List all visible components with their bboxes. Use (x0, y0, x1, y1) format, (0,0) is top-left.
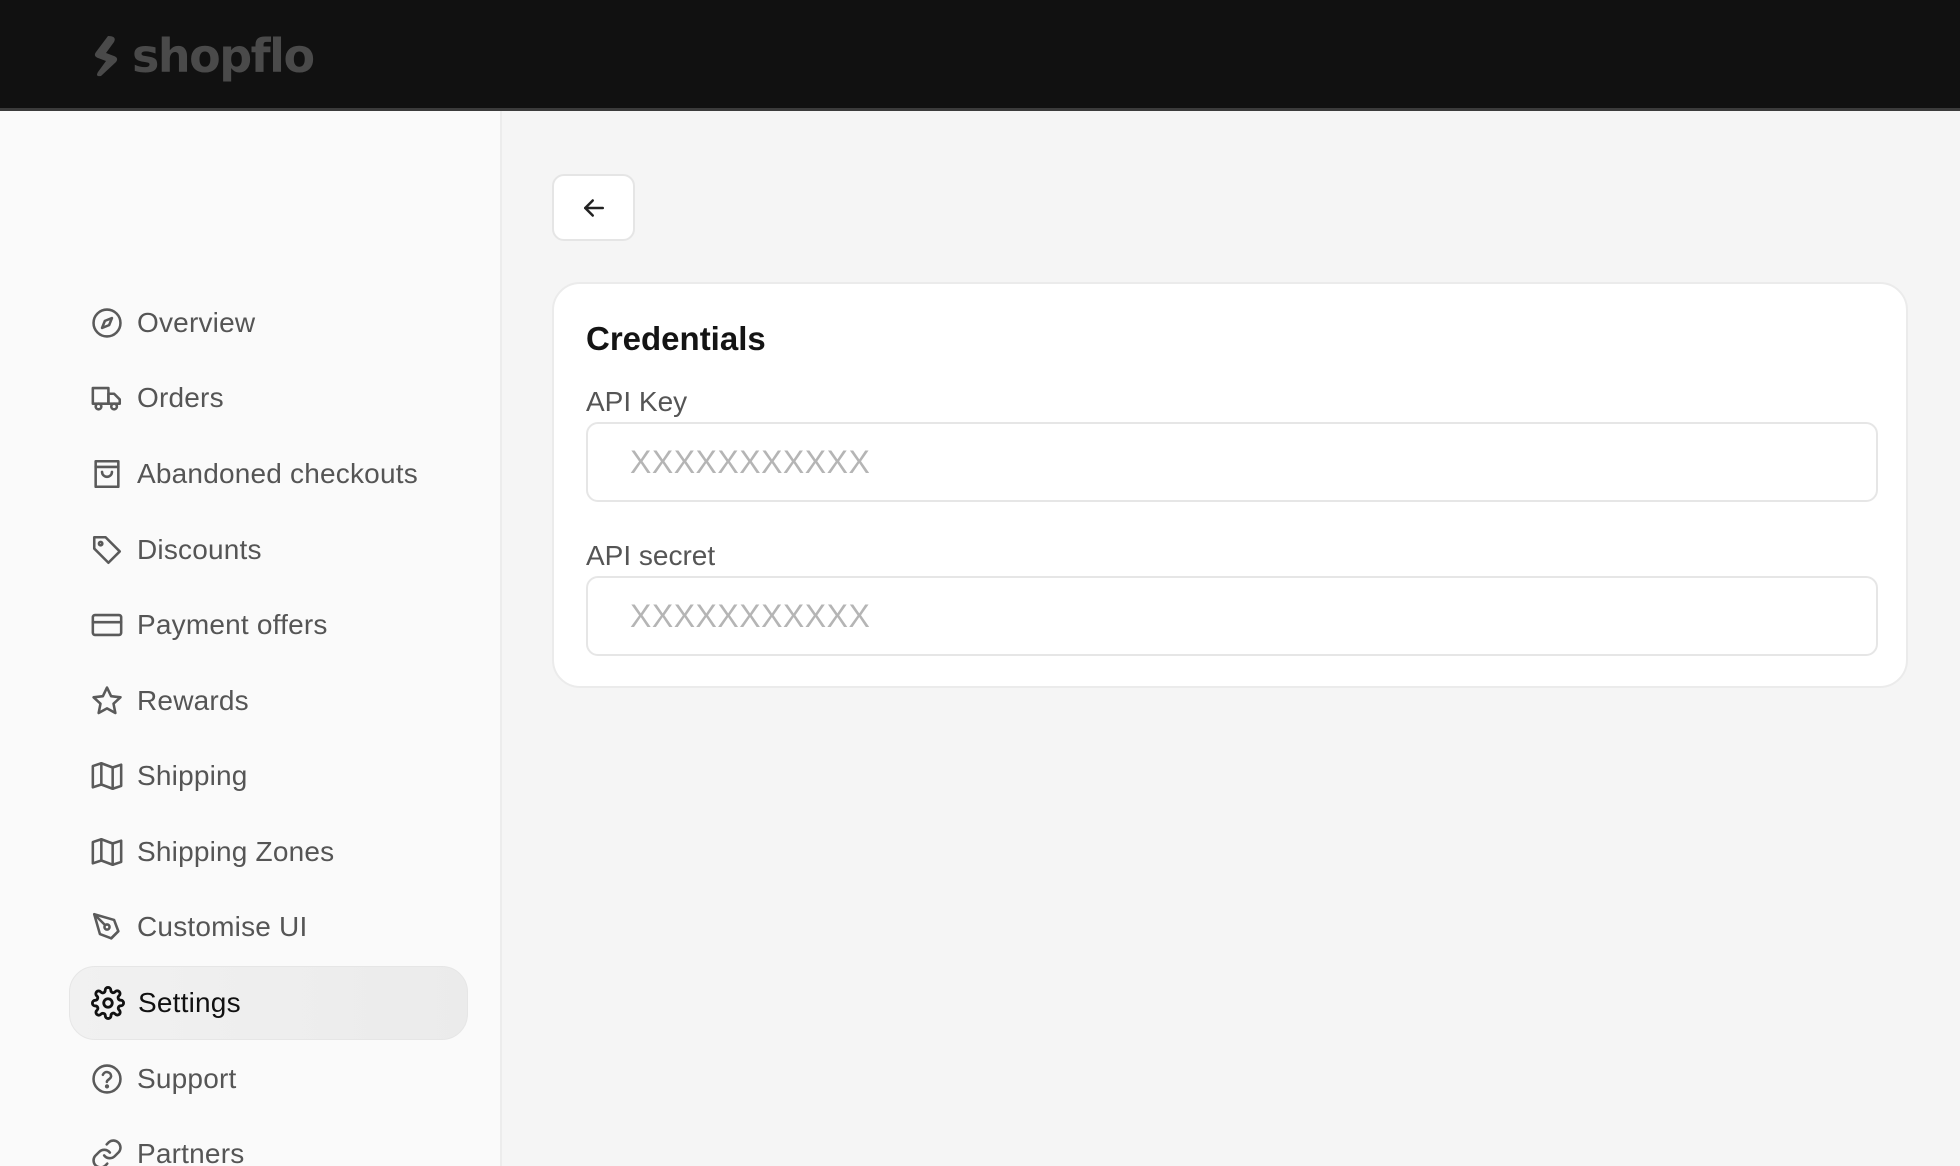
sidebar-item-label: Discounts (137, 534, 262, 565)
shopping-bag-icon (89, 456, 125, 492)
sidebar-item-label: Shipping Zones (137, 836, 335, 867)
sidebar-item-rewards[interactable]: Rewards (69, 664, 468, 738)
sidebar-item-label: Settings (138, 987, 241, 1018)
tag-icon (89, 532, 125, 568)
sidebar-item-label: Payment offers (137, 609, 328, 640)
shopflo-logo-icon (94, 36, 118, 77)
sidebar-item-label: Customise UI (137, 911, 308, 942)
sidebar-item-label: Partners (137, 1138, 245, 1166)
compass-icon (89, 305, 125, 341)
card-title: Credentials (586, 320, 766, 357)
api-secret-label: API secret (586, 540, 716, 571)
sidebar-item-settings[interactable]: Settings (69, 966, 468, 1040)
sidebar: Overview Orders Abandoned checkouts Disc… (0, 111, 502, 1166)
sidebar-item-support[interactable]: Support (69, 1042, 468, 1116)
brand-logo[interactable]: shopflo (88, 26, 315, 86)
sidebar-item-label: Abandoned checkouts (137, 458, 418, 489)
sidebar-item-customise-ui[interactable]: Customise UI (69, 890, 468, 964)
sidebar-item-label: Overview (137, 307, 256, 338)
map-icon (89, 758, 125, 794)
truck-icon (89, 380, 125, 416)
sidebar-item-label: Support (137, 1063, 237, 1094)
credit-card-icon (89, 607, 125, 643)
sidebar-item-label: Shipping (137, 760, 248, 791)
sidebar-item-shipping-zones[interactable]: Shipping Zones (69, 815, 468, 889)
pen-tool-icon (89, 909, 125, 945)
map-icon (89, 834, 125, 870)
sidebar-item-partners[interactable]: Partners (69, 1117, 468, 1166)
star-icon (89, 683, 125, 719)
sidebar-item-overview[interactable]: Overview (69, 286, 468, 360)
sidebar-item-payment-offers[interactable]: Payment offers (69, 588, 468, 662)
link-icon (89, 1136, 125, 1166)
api-secret-input[interactable] (586, 576, 1878, 656)
arrow-left-icon (583, 198, 604, 217)
sidebar-item-orders[interactable]: Orders (69, 361, 468, 435)
sidebar-item-discounts[interactable]: Discounts (69, 513, 468, 587)
sidebar-item-shipping[interactable]: Shipping (69, 739, 468, 813)
sidebar-item-label: Orders (137, 382, 224, 413)
api-key-label: API Key (586, 386, 688, 417)
brand-name: shopflo (132, 29, 315, 83)
credentials-card: Credentials API Key API secret (552, 282, 1908, 688)
back-button[interactable] (552, 174, 635, 241)
api-key-input[interactable] (586, 422, 1878, 502)
sidebar-item-label: Rewards (137, 685, 249, 716)
sidebar-item-abandoned-checkouts[interactable]: Abandoned checkouts (69, 437, 468, 511)
gear-icon (90, 985, 126, 1021)
help-circle-icon (89, 1061, 125, 1097)
top-bar: shopflo (0, 0, 1960, 111)
